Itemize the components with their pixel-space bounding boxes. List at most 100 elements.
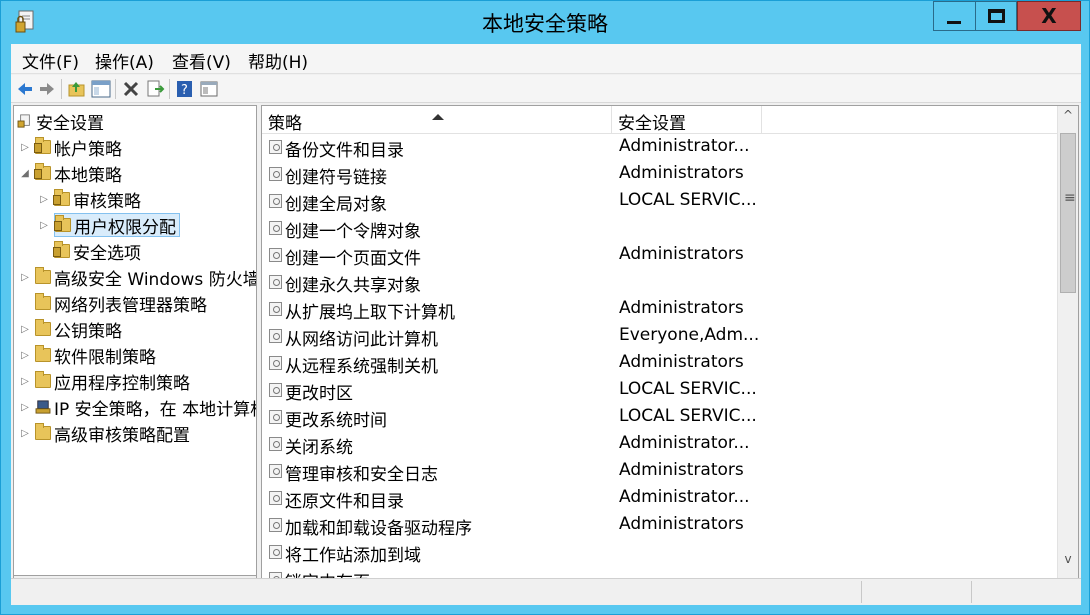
- column-header-filler: [762, 106, 1057, 134]
- policy-row[interactable]: 加载和卸载设备驱动程序 Administrators: [262, 512, 1057, 539]
- expand-arrow-icon[interactable]: ▷: [19, 376, 31, 387]
- policy-row[interactable]: 更改时区 LOCAL SERVIC...: [262, 377, 1057, 404]
- back-icon[interactable]: [15, 79, 35, 99]
- status-bar: [11, 578, 1081, 605]
- selected-tree-item[interactable]: 用户权限分配: [54, 213, 180, 238]
- policy-setting: LOCAL SERVIC...: [619, 379, 757, 399]
- policy-row[interactable]: 创建全局对象 LOCAL SERVIC...: [262, 188, 1057, 215]
- collapse-arrow-icon[interactable]: ◢: [19, 168, 31, 179]
- policy-icon: [269, 356, 282, 370]
- maximize-icon: [988, 9, 1005, 23]
- policy-setting: Everyone,Adm...: [619, 325, 760, 345]
- policy-row[interactable]: 管理审核和安全日志 Administrators: [262, 458, 1057, 485]
- forward-icon[interactable]: [37, 79, 57, 99]
- policy-name: 从扩展坞上取下计算机: [285, 303, 455, 323]
- tree-item-software-restriction[interactable]: ▷ 软件限制策略: [19, 343, 156, 368]
- menu-help[interactable]: 帮助(H): [248, 48, 308, 73]
- menu-action[interactable]: 操作(A): [95, 48, 154, 73]
- policy-name: 创建永久共享对象: [285, 276, 421, 296]
- expand-arrow-icon[interactable]: ▷: [19, 402, 31, 413]
- policy-row[interactable]: 从远程系统强制关机 Administrators: [262, 350, 1057, 377]
- toolbar: ?: [11, 75, 1081, 103]
- policy-icon: [269, 140, 282, 154]
- menu-view[interactable]: 查看(V): [172, 48, 231, 73]
- policy-name: 关闭系统: [285, 438, 353, 458]
- column-header-setting[interactable]: 安全设置: [612, 106, 762, 134]
- tree-item-account-policies[interactable]: ▷ 帐户策略: [19, 135, 122, 160]
- expand-arrow-icon[interactable]: ▷: [19, 350, 31, 361]
- policy-setting: Administrator...: [619, 487, 750, 507]
- status-segment: [971, 581, 972, 603]
- tree-item-advanced-audit[interactable]: ▷ 高级审核策略配置: [19, 421, 190, 446]
- policy-row[interactable]: 创建一个页面文件 Administrators: [262, 242, 1057, 269]
- policy-name: 创建符号链接: [285, 168, 387, 188]
- policy-icon: [269, 194, 282, 208]
- properties-icon[interactable]: [199, 79, 219, 99]
- tree-item-ip-security[interactable]: ▷ IP 安全策略，在 本地计算机: [19, 395, 257, 420]
- policy-row[interactable]: 关闭系统 Administrator...: [262, 431, 1057, 458]
- export-icon[interactable]: [145, 79, 165, 99]
- list-vertical-scrollbar[interactable]: ^ ≡ v: [1057, 106, 1078, 597]
- toolbar-separator: [61, 79, 62, 99]
- tree-item-public-key-policies[interactable]: ▷ 公钥策略: [19, 317, 122, 342]
- policy-row[interactable]: 备份文件和目录 Administrator...: [262, 134, 1057, 161]
- expand-arrow-icon[interactable]: ▷: [19, 272, 31, 283]
- help-icon[interactable]: ?: [175, 79, 195, 99]
- policy-list: 策略 安全设置 备份文件和目录 Administrator... 创建符号链接 Adm…: [261, 105, 1079, 598]
- lock-folder-icon: [54, 215, 71, 232]
- lock-folder-icon: [34, 163, 51, 180]
- delete-icon[interactable]: [121, 79, 141, 99]
- policy-icon: [269, 275, 282, 289]
- close-button[interactable]: X: [1017, 1, 1081, 31]
- tree-item-security-options[interactable]: 安全选项: [53, 239, 141, 264]
- tree-item-label: 本地策略: [54, 165, 122, 186]
- policy-name: 加载和卸载设备驱动程序: [285, 519, 472, 539]
- scroll-up-icon[interactable]: ^: [1058, 108, 1078, 128]
- tree-item-user-rights-assignment[interactable]: ▷ 用户权限分配: [38, 213, 180, 238]
- expand-arrow-icon[interactable]: ▷: [19, 428, 31, 439]
- toolbar-separator: [169, 79, 170, 99]
- policy-row[interactable]: 还原文件和目录 Administrator...: [262, 485, 1057, 512]
- tree-item-security-settings[interactable]: 安全设置: [17, 109, 104, 134]
- policy-row[interactable]: 从扩展坞上取下计算机 Administrators: [262, 296, 1057, 323]
- tree-item-label: 安全选项: [73, 243, 141, 264]
- column-header-label: 策略: [268, 114, 302, 134]
- expand-arrow-icon[interactable]: ▷: [38, 194, 50, 205]
- maximize-button[interactable]: [975, 1, 1017, 31]
- tree-item-windows-firewall[interactable]: ▷ 高级安全 Windows 防火墙: [19, 265, 256, 290]
- policy-icon: [269, 545, 282, 559]
- policy-row[interactable]: 创建永久共享对象: [262, 269, 1057, 296]
- policy-setting: Administrator...: [619, 433, 750, 453]
- policy-icon: [269, 464, 282, 478]
- policy-setting: Administrators: [619, 244, 744, 264]
- policy-row[interactable]: 创建一个令牌对象: [262, 215, 1057, 242]
- scroll-down-icon[interactable]: v: [1058, 552, 1078, 572]
- scroll-thumb[interactable]: [1060, 133, 1076, 293]
- policy-row[interactable]: 将工作站添加到域: [262, 539, 1057, 566]
- expand-arrow-icon[interactable]: ▷: [19, 324, 31, 335]
- minimize-icon: [947, 21, 961, 24]
- folder-icon: [35, 345, 51, 362]
- title-bar[interactable]: 本地安全策略 X: [1, 1, 1089, 44]
- tree-item-audit-policy[interactable]: ▷ 审核策略: [38, 187, 141, 212]
- minimize-button[interactable]: [933, 1, 976, 31]
- tree-item-network-list-manager[interactable]: 网络列表管理器策略: [35, 291, 207, 316]
- tree-item-application-control[interactable]: ▷ 应用程序控制策略: [19, 369, 190, 394]
- lock-folder-icon: [53, 189, 70, 206]
- policy-row[interactable]: 更改系统时间 LOCAL SERVIC...: [262, 404, 1057, 431]
- tree-item-label: IP 安全策略，在 本地计算机: [54, 399, 257, 420]
- up-folder-icon[interactable]: [67, 79, 87, 99]
- show-hide-tree-icon[interactable]: [91, 79, 111, 99]
- policy-row[interactable]: 创建符号链接 Administrators: [262, 161, 1057, 188]
- expand-arrow-icon[interactable]: ▷: [19, 142, 31, 153]
- policy-row[interactable]: 从网络访问此计算机 Everyone,Adm...: [262, 323, 1057, 350]
- policy-name: 更改系统时间: [285, 411, 387, 431]
- tree-item-local-policies[interactable]: ◢ 本地策略: [19, 161, 122, 186]
- policy-name: 备份文件和目录: [285, 141, 404, 161]
- close-icon: X: [1041, 4, 1057, 28]
- menu-file[interactable]: 文件(F): [22, 48, 79, 73]
- expand-arrow-icon[interactable]: ▷: [38, 220, 50, 231]
- column-header-policy[interactable]: 策略: [262, 106, 612, 134]
- policy-setting: LOCAL SERVIC...: [619, 406, 757, 426]
- policy-name: 更改时区: [285, 384, 353, 404]
